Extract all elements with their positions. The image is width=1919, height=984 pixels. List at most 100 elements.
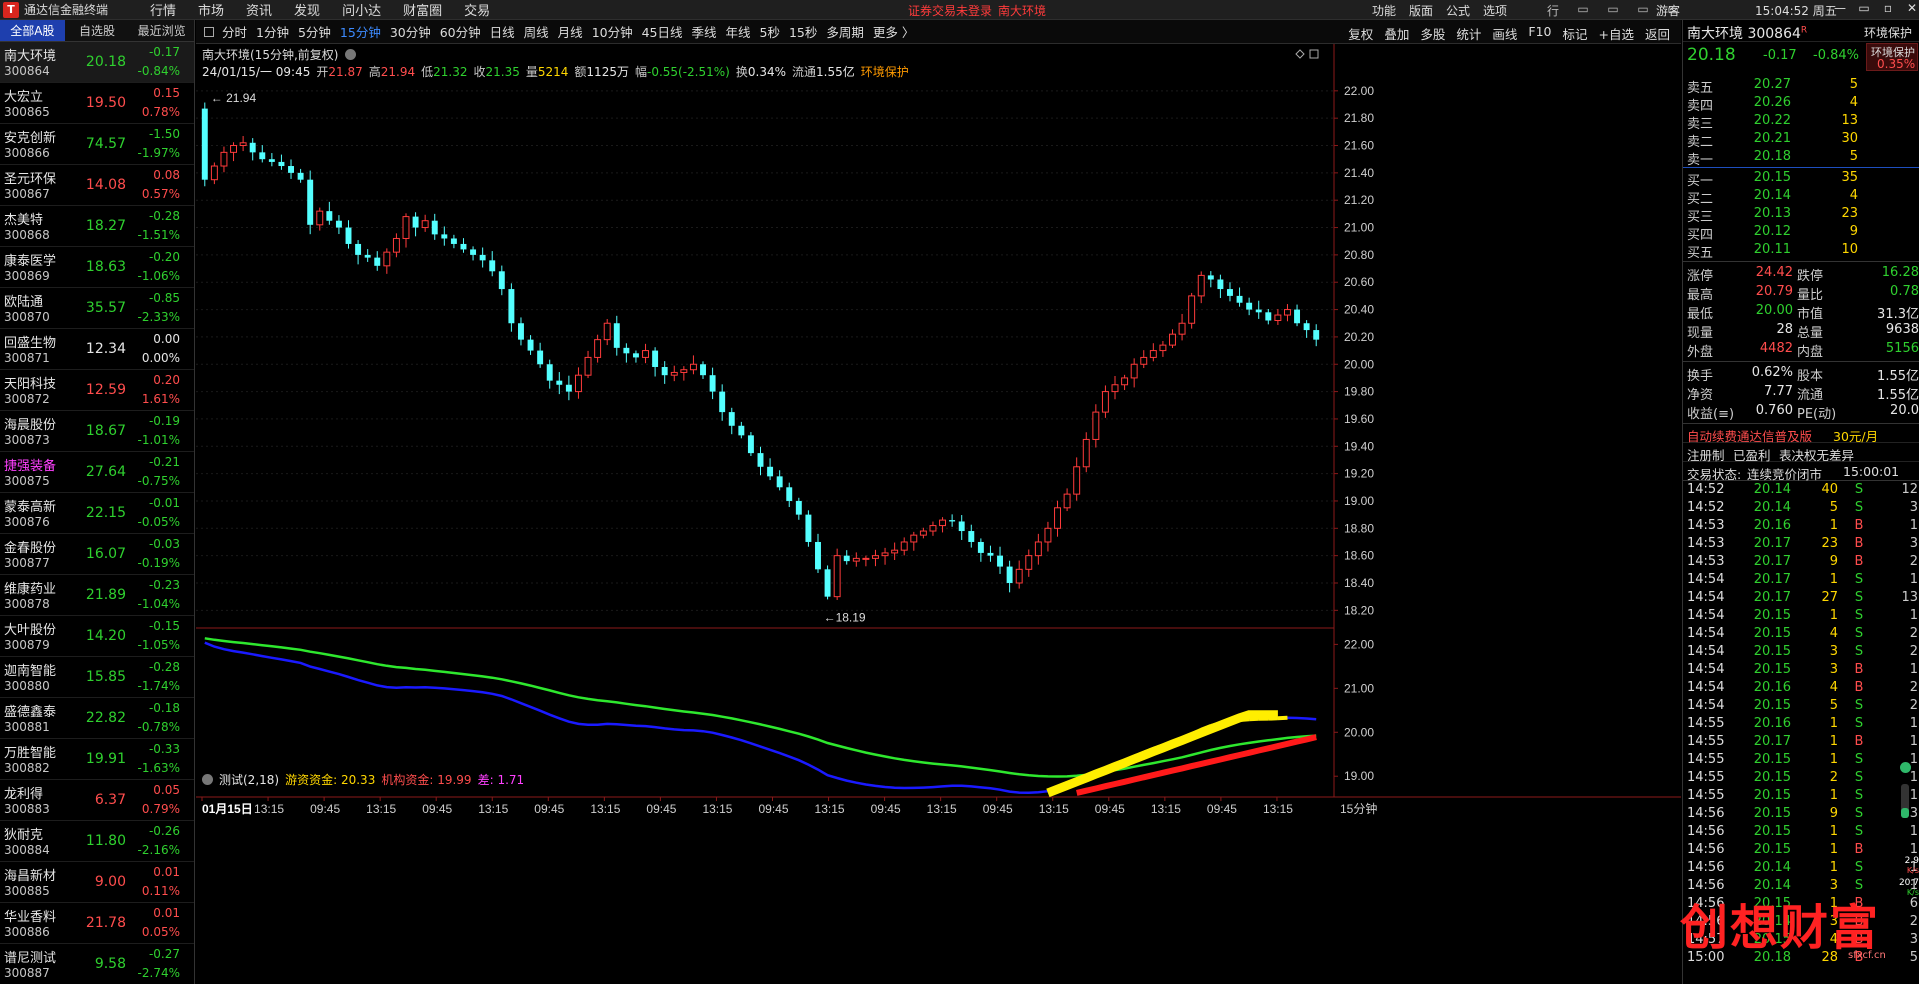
stock-row[interactable]: 捷强装备 300875 27.64 -0.21 -0.75% — [0, 452, 194, 493]
indicator-collapse-icon[interactable] — [202, 774, 213, 785]
login-notice-text[interactable]: 证券交易未登录 — [908, 4, 992, 18]
period-10[interactable]: 45日线 — [642, 22, 683, 41]
toolbar-icon-1[interactable]: ▭ — [1575, 2, 1591, 19]
tick-price: 20.15 — [1753, 752, 1791, 767]
chart-diamond-icon[interactable] — [1295, 49, 1305, 59]
period-14[interactable]: 15秒 — [789, 22, 817, 41]
stock-row[interactable]: 迦南智能 300880 15.85 -0.28 -1.74% — [0, 657, 194, 698]
stock-row[interactable]: 天阳科技 300872 12.59 0.20 1.61% — [0, 370, 194, 411]
stock-row[interactable]: 海昌新材 300885 9.00 0.01 0.11% — [0, 862, 194, 903]
stock-row[interactable]: 大宏立 300865 19.50 0.15 0.78% — [0, 83, 194, 124]
bids-row[interactable]: 买三 20.13 23 — [1683, 205, 1919, 225]
period-13[interactable]: 5秒 — [760, 22, 780, 41]
menu-item-0[interactable]: 行情 — [150, 0, 176, 19]
restore-icon[interactable]: ▭ — [1853, 1, 1875, 15]
menu-item-3[interactable]: 发现 — [294, 0, 320, 19]
period-6[interactable]: 日线 — [490, 22, 515, 41]
asks-row[interactable]: 卖一 20.18 5 — [1683, 148, 1919, 168]
stock-row[interactable]: 圣元环保 300867 14.08 0.08 0.57% — [0, 165, 194, 206]
stock-row[interactable]: 维康药业 300878 21.89 -0.23 -1.04% — [0, 575, 194, 616]
quote-sector-tag[interactable]: 环境保护 — [1864, 24, 1912, 41]
chart-area[interactable]: 22.00 21.80 21.60 21.40 21.20 21.00 20.80 20.60… — [196, 44, 1681, 984]
stock-row[interactable]: 龙利得 300883 6.37 0.05 0.79% — [0, 780, 194, 821]
menu-item-4[interactable]: 问小达 — [342, 0, 381, 19]
sector-tag[interactable]: 环境保护 — [861, 65, 909, 79]
asks-row[interactable]: 卖四 20.26 4 — [1683, 94, 1919, 114]
stock-row[interactable]: 大叶股份 300879 14.20 -0.15 -1.05% — [0, 616, 194, 657]
left-tab-0[interactable]: 全部A股 — [0, 20, 65, 41]
stock-row[interactable]: 狄耐克 300884 11.80 -0.26 -2.16% — [0, 821, 194, 862]
promo-line[interactable]: 自动续费通达信普及版 30元/月 — [1683, 424, 1919, 444]
tool-5[interactable]: F10 — [1528, 24, 1551, 43]
stock-row[interactable]: 蒙泰高新 300876 22.15 -0.01 -0.05% — [0, 493, 194, 534]
candle-body — [815, 541, 821, 570]
menu-item-2[interactable]: 资讯 — [246, 0, 272, 19]
toolbar-icon-0[interactable]: 行 — [1545, 2, 1561, 19]
stock-row[interactable]: 万胜智能 300882 19.91 -0.33 -1.63% — [0, 739, 194, 780]
menu-item-6[interactable]: 交易 — [464, 0, 490, 19]
tool-8[interactable]: 返回 — [1645, 24, 1670, 43]
sector-badge[interactable]: 环境保护 0.35% — [1866, 43, 1918, 71]
period-5[interactable]: 60分钟 — [440, 22, 481, 41]
guest-label[interactable]: 游客 — [1656, 2, 1680, 19]
stock-row[interactable]: 南大环境 300864 20.18 -0.17 -0.84% — [0, 42, 194, 83]
stock-row[interactable]: 回盛生物 300871 12.34 0.00 0.00% — [0, 329, 194, 370]
stock-row[interactable]: 华业香料 300886 21.78 0.01 0.05% — [0, 903, 194, 944]
period-9[interactable]: 10分钟 — [592, 22, 633, 41]
stock-row[interactable]: 谱尼测试 300887 9.58 -0.27 -2.74% — [0, 944, 194, 984]
period-16[interactable]: 更多 〉 — [873, 22, 914, 41]
right-menu-item-1[interactable]: 版面 — [1409, 2, 1433, 19]
stock-row[interactable]: 盛德鑫泰 300881 22.82 -0.18 -0.78% — [0, 698, 194, 739]
period-2[interactable]: 5分钟 — [298, 22, 331, 41]
stock-row[interactable]: 欧陆通 300870 35.57 -0.85 -2.33% — [0, 288, 194, 329]
x-tick-label: 09:45 — [1207, 802, 1237, 816]
stock-row[interactable]: 金春股份 300877 16.07 -0.03 -0.19% — [0, 534, 194, 575]
asks-row[interactable]: 卖二 20.21 30 — [1683, 130, 1919, 150]
tool-0[interactable]: 复权 — [1348, 24, 1373, 43]
period-4[interactable]: 30分钟 — [390, 22, 431, 41]
asks-row[interactable]: 卖五 20.27 5 — [1683, 76, 1919, 96]
indicator-name[interactable]: 测试(2,18) — [219, 773, 279, 787]
period-15[interactable]: 多周期 — [826, 22, 864, 41]
kline-chart[interactable]: 22.00 21.80 21.60 21.40 21.20 21.00 20.80 20.60… — [196, 44, 1681, 984]
tool-3[interactable]: 统计 — [1456, 24, 1481, 43]
stock-row[interactable]: 康泰医学 300869 18.63 -0.20 -1.06% — [0, 247, 194, 288]
menu-item-5[interactable]: 财富圈 — [403, 0, 442, 19]
bids-row[interactable]: 买二 20.14 4 — [1683, 187, 1919, 207]
chart-options-icon[interactable] — [345, 49, 357, 60]
period-3[interactable]: 15分钟 — [340, 22, 381, 41]
tick-row: 14:55 20.15 1 S 1 — [1683, 787, 1919, 805]
stock-row[interactable]: 海晨股份 300873 18.67 -0.19 -1.01% — [0, 411, 194, 452]
period-8[interactable]: 月线 — [558, 22, 583, 41]
left-tab-1[interactable]: 自选股 — [65, 20, 130, 41]
stock-row[interactable]: 杰美特 300868 18.27 -0.28 -1.51% — [0, 206, 194, 247]
tool-2[interactable]: 多股 — [1420, 24, 1445, 43]
tool-7[interactable]: +自选 — [1599, 24, 1634, 43]
tool-1[interactable]: 叠加 — [1384, 24, 1409, 43]
bids-row[interactable]: 买五 20.11 10 — [1683, 241, 1919, 261]
right-menu-item-3[interactable]: 选项 — [1483, 2, 1507, 19]
asks-row[interactable]: 卖三 20.22 13 — [1683, 112, 1919, 132]
left-tab-2[interactable]: 最近浏览 — [129, 20, 194, 41]
tool-6[interactable]: 标记 — [1562, 24, 1587, 43]
toggle-sidebar-icon[interactable] — [204, 26, 214, 37]
toolbar-icon-2[interactable]: ▭ — [1605, 2, 1621, 19]
stock-row[interactable]: 安克创新 300866 74.57 -1.50 -1.97% — [0, 124, 194, 165]
minimize-icon[interactable]: — — [1829, 1, 1851, 15]
bids-row[interactable]: 买四 20.12 9 — [1683, 223, 1919, 243]
right-menu-item-2[interactable]: 公式 — [1446, 2, 1470, 19]
bids-row[interactable]: 买一 20.15 35 — [1683, 169, 1919, 189]
period-0[interactable]: 分时 — [222, 22, 247, 41]
toolbar-icon-3[interactable]: ▭ — [1635, 2, 1651, 19]
close-icon[interactable]: ✕ — [1901, 1, 1919, 15]
login-notice[interactable]: 证券交易未登录 南大环境 — [908, 2, 1052, 19]
period-7[interactable]: 周线 — [524, 22, 549, 41]
window-mode-icon[interactable]: ▫ — [1877, 1, 1899, 15]
period-12[interactable]: 年线 — [726, 22, 751, 41]
period-11[interactable]: 季线 — [692, 22, 717, 41]
right-menu-item-0[interactable]: 功能 — [1372, 2, 1396, 19]
menu-item-1[interactable]: 市场 — [198, 0, 224, 19]
chart-expand-icon[interactable] — [1309, 49, 1319, 59]
period-1[interactable]: 1分钟 — [256, 22, 289, 41]
tool-4[interactable]: 画线 — [1492, 24, 1517, 43]
